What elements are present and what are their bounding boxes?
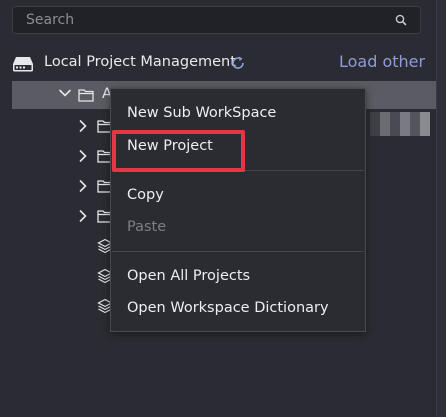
search-input[interactable]	[13, 7, 396, 33]
menu-item-open-workspace-dictionary[interactable]: Open Workspace Dictionary	[127, 300, 329, 316]
chevron-right-icon[interactable]	[78, 149, 88, 163]
search-icon[interactable]	[394, 13, 408, 27]
tree-row-project[interactable]	[12, 232, 113, 260]
tree-row-folder[interactable]	[12, 112, 113, 140]
load-other-link[interactable]: Load other	[339, 52, 425, 71]
annotation-highlight-box	[112, 130, 245, 172]
menu-separator	[112, 251, 364, 252]
section-title: Local Project Management	[44, 54, 236, 70]
context-menu: New Sub WorkSpace New Project Copy Paste…	[110, 88, 366, 332]
redacted-content	[370, 112, 436, 136]
chevron-right-icon[interactable]	[78, 179, 88, 193]
menu-item-open-all-projects[interactable]: Open All Projects	[127, 268, 250, 284]
tree-row-folder[interactable]	[12, 142, 113, 170]
chevron-right-icon[interactable]	[78, 119, 88, 133]
tree-row-project[interactable]	[12, 262, 113, 290]
menu-item-new-sub-workspace[interactable]: New Sub WorkSpace	[127, 105, 276, 121]
menu-item-paste: Paste	[127, 219, 167, 235]
chevron-down-icon[interactable]	[58, 88, 72, 98]
tree-row-folder[interactable]	[12, 172, 113, 200]
local-project-header: Local Project Management Load other	[12, 52, 436, 76]
refresh-icon[interactable]	[230, 55, 246, 71]
vertical-scrollbar[interactable]	[436, 0, 446, 417]
tree-row-folder[interactable]	[12, 202, 113, 230]
search-box[interactable]	[12, 6, 421, 34]
hard-drive-icon	[13, 57, 33, 72]
tree-row-project[interactable]	[12, 292, 113, 320]
folder-open-icon	[78, 89, 94, 102]
chevron-right-icon[interactable]	[78, 209, 88, 223]
menu-item-copy[interactable]: Copy	[127, 187, 164, 203]
